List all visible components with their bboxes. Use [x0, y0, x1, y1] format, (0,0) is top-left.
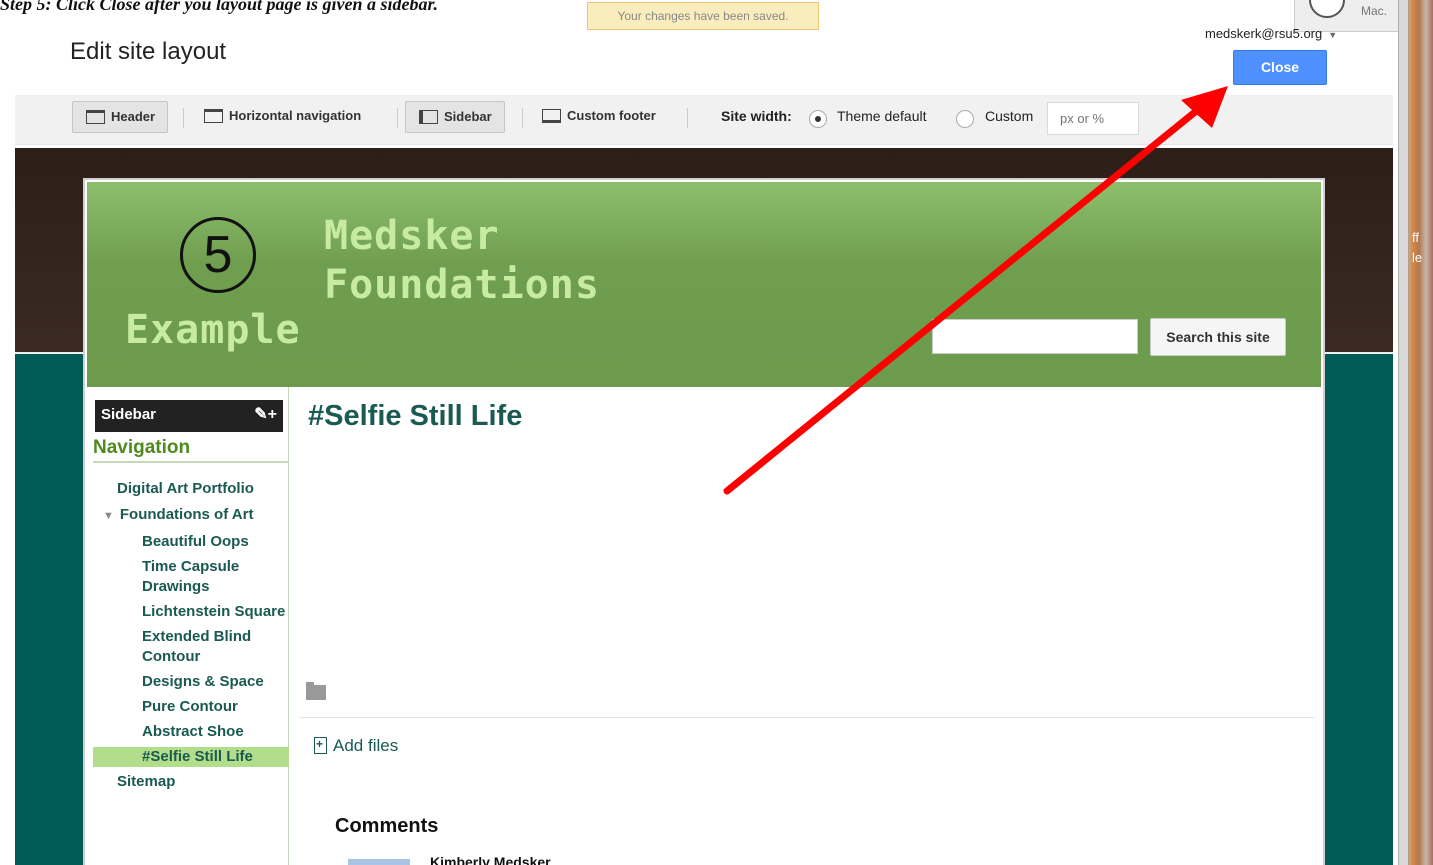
search-site-button[interactable]: Search this site [1150, 318, 1286, 356]
sidebar-toggle-button[interactable]: Sidebar [405, 101, 505, 133]
saved-notification: Your changes have been saved. [587, 2, 819, 30]
sidebar-nav-item-label: Extended Blind Contour [142, 628, 252, 665]
custom-width-label: Custom [985, 108, 1034, 124]
close-button[interactable]: Close [1233, 50, 1327, 85]
site-frame: 5 Medsker Foundations Example Search thi… [83, 178, 1325, 865]
sidebar-nav-item[interactable]: Lichtenstein Square [93, 602, 289, 622]
header-toggle-label: Header [111, 109, 156, 124]
scrollbar[interactable] [1398, 0, 1408, 865]
toolbar-divider [687, 108, 688, 128]
site-preview: 5 Medsker Foundations Example Search thi… [15, 148, 1393, 865]
site-title-line-1: Medsker [324, 213, 500, 259]
avatar-icon [1309, 0, 1345, 18]
edit-add-icon[interactable]: ✎+ [254, 404, 277, 424]
sidebar-header[interactable]: Sidebar ✎+ [95, 400, 283, 432]
edge-text: ff le [1412, 230, 1423, 265]
sidebar-layout-icon [419, 110, 438, 124]
user-email: medskerk@rsu5.org [1205, 26, 1323, 41]
toolbar-divider [183, 108, 184, 128]
toolbar-divider [397, 108, 398, 128]
comments-heading: Comments [335, 815, 439, 837]
sidebar-nav-item-label: #Selfie Still Life [142, 748, 253, 765]
sidebar-nav-item[interactable]: Abstract Shoe [93, 722, 289, 742]
expand-triangle-icon[interactable]: ▼ [103, 506, 114, 526]
sidebar-nav-item[interactable]: Designs & Space [93, 672, 289, 692]
site-title-line-2: Foundations [324, 262, 600, 308]
avatar [348, 859, 410, 865]
chevron-down-icon: ▼ [1328, 30, 1338, 40]
horizontal-nav-label: Horizontal navigation [229, 108, 362, 123]
sidebar-nav-item[interactable]: Extended Blind Contour [93, 627, 289, 667]
sidebar-nav-item-label: Lichtenstein Square [142, 603, 286, 620]
navigation-title: Navigation [93, 437, 289, 463]
sidebar-nav-item-label: Sitemap [117, 773, 176, 790]
add-file-icon [314, 737, 327, 754]
content-divider [300, 717, 1315, 718]
account-menu[interactable]: medskerk@rsu5.org ▼ [1205, 26, 1337, 41]
add-files-label: Add files [333, 736, 399, 755]
add-files-link[interactable]: Add files [314, 736, 398, 756]
site-width-label: Site width: [721, 108, 792, 124]
step-number-badge: 5 [180, 217, 256, 293]
site-header[interactable]: 5 Medsker Foundations Example Search thi… [87, 182, 1321, 387]
site-subtitle: Example [125, 307, 301, 353]
custom-footer-toggle-button[interactable]: Custom footer [529, 101, 668, 133]
page-heading: #Selfie Still Life [308, 400, 523, 432]
layout-toolbar: Header Horizontal navigation Sidebar Cus… [15, 95, 1393, 145]
toolbar-divider [522, 108, 523, 128]
theme-default-label: Theme default [837, 108, 927, 124]
sidebar-nav-item[interactable]: Sitemap [93, 772, 289, 792]
sidebar: Sidebar ✎+ Navigation Digital Art Portfo… [87, 387, 289, 865]
sidebar-nav-item-label: Pure Contour [142, 698, 238, 715]
sidebar-nav-item[interactable]: Beautiful Oops [93, 532, 289, 552]
horizontal-nav-icon [204, 109, 223, 123]
folder-icon [306, 682, 326, 700]
tutorial-caption: Step 5: Click Close after you layout pag… [0, 0, 438, 14]
navigation-list: Digital Art Portfolio ▼ Foundations of Art… [93, 479, 289, 798]
header-toggle-button[interactable]: Header [72, 101, 169, 133]
sidebar-nav-item[interactable]: Pure Contour [93, 697, 289, 717]
footer-layout-icon [542, 109, 561, 123]
sidebar-toggle-label: Sidebar [444, 109, 492, 124]
page-title: Edit site layout [70, 38, 227, 65]
sidebar-nav-item-label: Foundations of Art [119, 506, 254, 523]
main-content: #Selfie Still Life Add files Comments Ki… [290, 387, 1321, 865]
site-title: Medsker Foundations [324, 212, 600, 310]
comment-author: Kimberly Medsker [430, 854, 551, 865]
sidebar-nav-item-label: Beautiful Oops [142, 533, 249, 550]
sidebar-nav-item-label: Digital Art Portfolio [117, 480, 254, 497]
background-window-edge: ff le [1398, 0, 1433, 865]
sidebar-nav-item-label: Time Capsule Drawings [142, 558, 240, 595]
screen: Step 5: Click Close after you layout pag… [0, 0, 1433, 865]
horizontal-nav-toggle-button[interactable]: Horizontal navigation [191, 101, 373, 133]
sidebar-header-label: Sidebar [101, 406, 157, 423]
sidebar-nav-item[interactable]: Time Capsule Drawings [93, 557, 289, 597]
sidebar-nav-item[interactable]: ▼ Foundations of Art [93, 505, 289, 526]
site-search-input[interactable] [932, 319, 1138, 354]
custom-footer-label: Custom footer [567, 108, 656, 123]
mac-badge-label: Mac. [1361, 4, 1388, 18]
sidebar-nav-item[interactable]: #Selfie Still Life [93, 747, 289, 767]
custom-width-input[interactable] [1047, 102, 1139, 135]
sidebar-nav-item-label: Abstract Shoe [142, 723, 244, 740]
custom-width-radio[interactable] [956, 110, 974, 128]
header-layout-icon [86, 110, 105, 124]
sidebar-nav-item-label: Designs & Space [142, 673, 264, 690]
sidebar-nav-item[interactable]: Digital Art Portfolio [93, 479, 289, 499]
theme-default-radio[interactable] [809, 110, 827, 128]
